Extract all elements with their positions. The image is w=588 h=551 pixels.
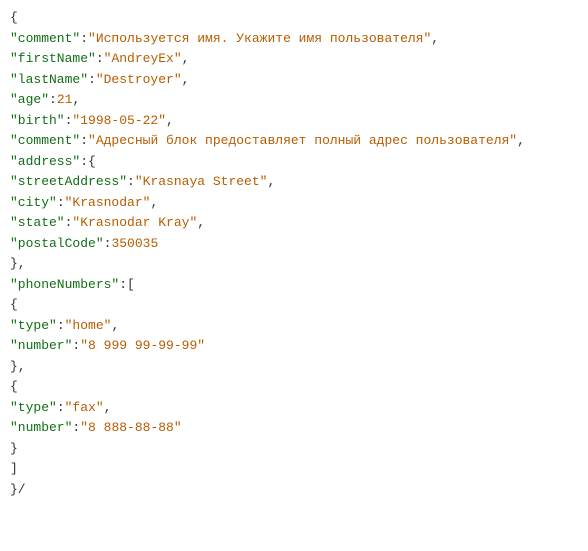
code-token-key: "birth" — [10, 113, 65, 128]
code-token-str: "Адресный блок предоставляет полный адре… — [88, 133, 517, 148]
code-token-punct: ] — [10, 461, 18, 476]
code-token-key: "comment" — [10, 31, 80, 46]
code-token-punct: :{ — [80, 154, 96, 169]
code-token-punct: { — [10, 379, 18, 394]
code-line: "lastName":"Destroyer", — [10, 72, 189, 87]
code-token-str: "Destroyer" — [96, 72, 182, 87]
code-line: }/ — [10, 482, 26, 497]
code-token-punct: , — [182, 51, 190, 66]
code-line: "type":"fax", — [10, 400, 111, 415]
code-line: }, — [10, 256, 26, 271]
code-token-punct: , — [104, 400, 112, 415]
code-token-num: 21 — [57, 92, 73, 107]
code-token-punct: : — [57, 318, 65, 333]
code-line: "birth":"1998-05-22", — [10, 113, 174, 128]
code-token-str: "fax" — [65, 400, 104, 415]
code-line: } — [10, 441, 18, 456]
code-token-punct: }, — [10, 359, 26, 374]
code-token-key: "number" — [10, 420, 72, 435]
code-token-punct: : — [96, 51, 104, 66]
code-token-key: "comment" — [10, 133, 80, 148]
code-token-key: "lastName" — [10, 72, 88, 87]
code-token-str: "home" — [65, 318, 112, 333]
code-line: "number":"8 999 99-99-99" — [10, 338, 205, 353]
code-token-punct: , — [182, 72, 190, 87]
code-line: "streetAddress":"Krasnaya Street", — [10, 174, 275, 189]
code-line: ] — [10, 461, 18, 476]
code-token-punct: }/ — [10, 482, 26, 497]
code-line: { — [10, 297, 18, 312]
code-token-punct: : — [80, 31, 88, 46]
code-line: "address":{ — [10, 154, 96, 169]
code-token-str: "8 999 99-99-99" — [80, 338, 205, 353]
code-token-str: "Krasnodar Kray" — [72, 215, 197, 230]
code-token-str: "AndreyEx" — [104, 51, 182, 66]
code-token-punct: : — [80, 133, 88, 148]
code-line: "firstName":"AndreyEx", — [10, 51, 189, 66]
code-token-key: "address" — [10, 154, 80, 169]
code-token-punct: , — [197, 215, 205, 230]
code-token-str: "1998-05-22" — [72, 113, 166, 128]
code-token-punct: :[ — [119, 277, 135, 292]
code-token-key: "type" — [10, 400, 57, 415]
code-line: "comment":"Используется имя. Укажите имя… — [10, 31, 439, 46]
code-token-key: "age" — [10, 92, 49, 107]
code-block: { "comment":"Используется имя. Укажите и… — [0, 0, 588, 508]
code-token-punct: : — [127, 174, 135, 189]
code-token-punct: } — [10, 441, 18, 456]
code-token-punct: , — [431, 31, 439, 46]
code-token-punct: , — [72, 92, 80, 107]
code-token-punct: }, — [10, 256, 26, 271]
code-line: "age":21, — [10, 92, 80, 107]
code-line: }, — [10, 359, 26, 374]
code-token-punct: { — [10, 10, 18, 25]
code-line: "city":"Krasnodar", — [10, 195, 158, 210]
code-line: "phoneNumbers":[ — [10, 277, 135, 292]
code-token-punct: , — [517, 133, 525, 148]
code-token-punct: : — [57, 195, 65, 210]
code-token-num: 350035 — [111, 236, 158, 251]
code-token-punct: , — [150, 195, 158, 210]
code-line: "postalCode":350035 — [10, 236, 158, 251]
code-token-key: "type" — [10, 318, 57, 333]
code-token-key: "number" — [10, 338, 72, 353]
code-token-punct: , — [267, 174, 275, 189]
code-token-punct: : — [88, 72, 96, 87]
code-token-key: "postalCode" — [10, 236, 104, 251]
code-token-punct: , — [111, 318, 119, 333]
code-token-key: "phoneNumbers" — [10, 277, 119, 292]
code-line: "comment":"Адресный блок предоставляет п… — [10, 133, 525, 148]
code-token-key: "streetAddress" — [10, 174, 127, 189]
code-token-punct: { — [10, 297, 18, 312]
code-token-punct: : — [57, 400, 65, 415]
code-token-str: "Krasnodar" — [65, 195, 151, 210]
code-token-punct: : — [49, 92, 57, 107]
code-line: { — [10, 379, 18, 394]
code-token-punct: , — [166, 113, 174, 128]
code-line: "state":"Krasnodar Kray", — [10, 215, 205, 230]
code-line: "type":"home", — [10, 318, 119, 333]
code-token-key: "firstName" — [10, 51, 96, 66]
code-token-key: "city" — [10, 195, 57, 210]
code-token-str: "Krasnaya Street" — [135, 174, 268, 189]
code-token-str: "Используется имя. Укажите имя пользоват… — [88, 31, 431, 46]
code-line: { — [10, 10, 18, 25]
code-line: "number":"8 888-88-88" — [10, 420, 182, 435]
code-token-str: "8 888-88-88" — [80, 420, 181, 435]
code-token-key: "state" — [10, 215, 65, 230]
